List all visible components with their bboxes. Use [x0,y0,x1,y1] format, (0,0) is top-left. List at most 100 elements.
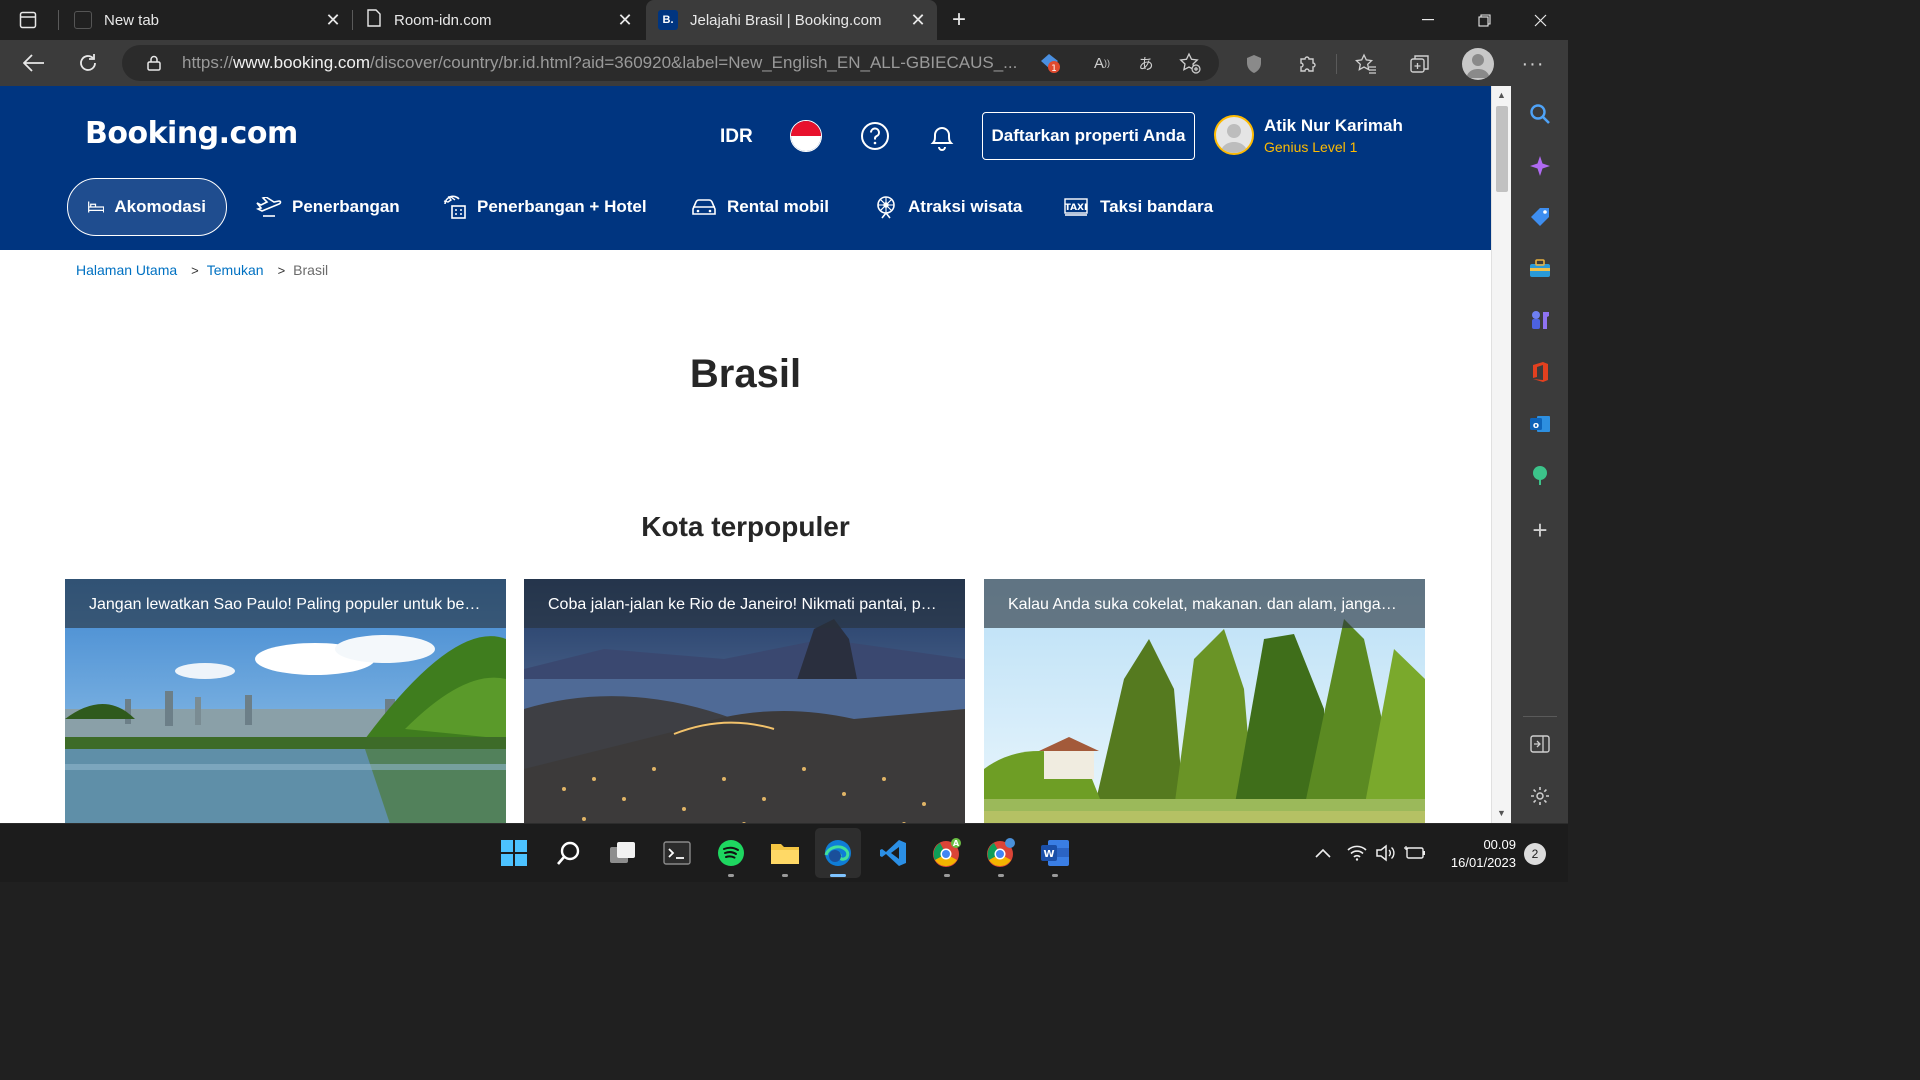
plane-icon [256,197,282,217]
battery-charging-icon[interactable] [1404,842,1426,864]
profile-avatar-icon[interactable] [1462,48,1494,80]
clock[interactable]: 00.09 16/01/2023 [1440,836,1516,872]
tab-actions-icon[interactable] [8,0,48,40]
browser-tab-bar: New tab ✕ Room-idn.com ✕ B. Jelajahi Bra… [0,0,1568,40]
city-caption: Jangan lewatkan Sao Paulo! Paling popule… [65,579,506,628]
city-card-sao-paulo[interactable]: Jangan lewatkan Sao Paulo! Paling popule… [65,579,506,823]
add-favorite-icon[interactable] [1178,52,1202,74]
word-icon[interactable]: W [1038,836,1072,870]
city-caption: Kalau Anda suka cokelat, makanan. dan al… [984,579,1425,628]
tab-new-tab[interactable]: New tab ✕ [66,0,352,40]
chrome-profile-b-icon[interactable] [984,836,1018,870]
chevron-right-icon: > [191,262,199,278]
nav-tab-label: Taksi bandara [1100,197,1214,216]
wifi-icon[interactable] [1346,842,1368,864]
task-view-icon[interactable] [606,836,640,870]
address-bar[interactable]: https://www.booking.com/discover/country… [122,45,1219,81]
taskbar-search-icon[interactable] [552,836,586,870]
tab-label: New tab [104,11,160,29]
more-menu-icon[interactable]: ··· [1519,50,1547,78]
search-icon[interactable] [1527,101,1553,127]
shopping-extension-icon[interactable]: 1 [1038,52,1062,74]
close-tab-icon[interactable]: ✕ [909,11,927,29]
volume-icon[interactable] [1374,842,1396,864]
chrome-profile-a-icon[interactable]: A [930,836,964,870]
scroll-down-arrow-icon[interactable]: ▼ [1497,808,1506,818]
file-explorer-icon[interactable] [768,836,802,870]
breadcrumb-temukan[interactable]: Temukan [207,262,264,278]
copilot-sparkle-icon[interactable] [1527,153,1553,179]
plane-hotel-icon [443,195,466,219]
edge-sidebar: o + [1511,86,1568,823]
outlook-icon[interactable]: o [1527,411,1553,437]
add-sidebar-app-plus-icon[interactable]: + [1527,515,1553,545]
new-tab-favicon-icon [74,11,92,29]
tray-overflow-chevron-icon[interactable] [1312,842,1334,864]
favorites-icon[interactable] [1352,50,1380,78]
city-card-rio-de-janeiro[interactable]: Coba jalan-jalan ke Rio de Janeiro! Nikm… [524,579,965,823]
notification-bell-icon[interactable] [928,122,958,152]
city-card-gramado[interactable]: Kalau Anda suka cokelat, makanan. dan al… [984,579,1425,823]
page-title: Brasil [689,352,802,396]
settings-gear-icon[interactable] [1527,783,1553,809]
nav-tab-akomodasi[interactable]: Akomodasi [67,178,227,236]
shield-icon[interactable] [1240,50,1268,78]
browser-toolbar: https://www.booking.com/discover/country… [0,40,1568,86]
tab-label: Jelajahi Brasil | Booking.com [690,11,882,29]
user-avatar[interactable] [1214,115,1254,155]
office-icon[interactable] [1527,359,1553,385]
booking-favicon-icon: B. [658,10,678,30]
clock-date: 16/01/2023 [1450,855,1516,870]
minimize-icon[interactable] [1400,0,1456,40]
edge-browser-icon[interactable] [821,836,855,870]
user-name[interactable]: Atik Nur Karimah [1264,116,1403,136]
svg-text:o: o [1533,421,1539,431]
games-icon[interactable] [1527,307,1553,333]
hide-sidebar-icon[interactable] [1527,731,1553,757]
breadcrumb-current: Brasil [293,262,329,278]
list-property-button[interactable]: Daftarkan properti Anda [982,112,1195,160]
nav-tab-penerbangan[interactable]: Penerbangan [256,178,400,236]
back-arrow-icon[interactable] [17,46,51,80]
spotify-icon[interactable] [714,836,748,870]
svg-text:1: 1 [1051,64,1057,74]
section-title: Kota terpopuler [641,511,850,542]
close-tab-icon[interactable]: ✕ [616,11,634,29]
tree-drop-icon[interactable] [1527,462,1553,488]
tab-room-idn[interactable]: Room-idn.com ✕ [356,0,644,40]
close-tab-icon[interactable]: ✕ [324,11,342,29]
start-windows-icon[interactable] [497,836,531,870]
help-question-icon[interactable] [860,121,890,151]
chevron-right-icon: > [277,262,286,278]
nav-tab-atraksi-wisata[interactable]: Atraksi wisata [874,178,1022,236]
nav-tab-taksi-bandara[interactable]: TAXI Taksi bandara [1064,178,1213,236]
booking-logo[interactable]: Booking.com [85,116,298,151]
read-aloud-icon[interactable]: A)) [1090,52,1114,74]
close-window-icon[interactable] [1512,0,1568,40]
vscode-icon[interactable] [876,836,910,870]
extensions-puzzle-icon[interactable] [1294,50,1322,78]
indonesia-flag-icon[interactable] [790,120,822,152]
refresh-icon[interactable] [71,46,105,80]
tools-briefcase-icon[interactable] [1527,256,1553,282]
page-favicon-icon [366,9,382,31]
nav-tab-rental-mobil[interactable]: Rental mobil [691,178,829,236]
terminal-icon[interactable] [660,836,694,870]
restore-icon[interactable] [1456,0,1512,40]
scroll-up-arrow-icon[interactable]: ▲ [1497,90,1506,100]
nav-tab-penerbangan-hotel[interactable]: Penerbangan + Hotel [442,178,647,236]
new-tab-plus-icon[interactable]: + [940,0,978,40]
scrollbar-thumb[interactable] [1496,106,1508,192]
notification-center-badge[interactable]: 2 [1524,843,1546,865]
page-scrollbar[interactable]: ▲ ▼ [1491,86,1511,823]
url-text[interactable]: https://www.booking.com/discover/country… [182,53,1022,73]
lock-icon[interactable] [142,52,166,74]
shopping-tag-icon[interactable] [1527,204,1553,230]
windows-taskbar: A W 00.09 16/01/2023 2 [0,823,1568,882]
tab-booking-active[interactable]: B. Jelajahi Brasil | Booking.com ✕ [646,0,937,40]
breadcrumb-home[interactable]: Halaman Utama [76,262,177,278]
collections-icon[interactable] [1406,50,1434,78]
translate-icon[interactable]: あ [1134,52,1158,74]
currency-selector[interactable]: IDR [720,126,753,148]
breadcrumb: Halaman Utama > Temukan > Brasil [76,262,328,278]
